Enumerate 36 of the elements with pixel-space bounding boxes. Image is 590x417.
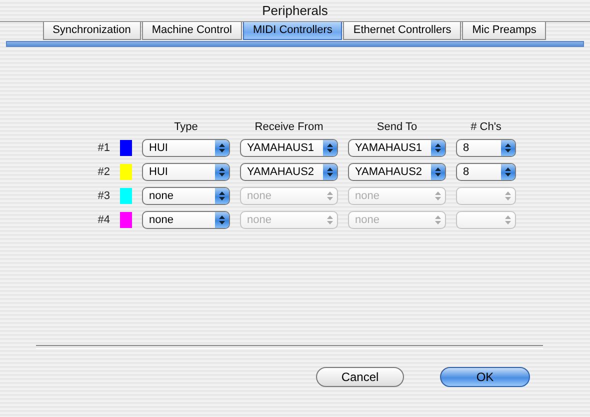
stepper-arrows-icon <box>215 140 229 156</box>
tab[interactable]: Synchronization <box>42 22 141 40</box>
stepper-arrows-icon <box>501 140 515 156</box>
tab[interactable]: Ethernet Controllers <box>343 22 462 40</box>
row-label: #4 <box>96 214 111 226</box>
column-header: # Ch's <box>470 121 502 133</box>
stepper-arrows-icon <box>323 164 337 180</box>
stepper-arrows-icon <box>215 188 229 204</box>
stepper-arrows-icon <box>323 140 337 156</box>
popup-menu[interactable]: none <box>142 187 230 205</box>
row-label: #3 <box>96 190 111 202</box>
stepper-arrows-icon <box>431 140 445 156</box>
stepper-arrows-icon <box>431 164 445 180</box>
stepper-arrows-icon <box>215 212 229 228</box>
popup-menu[interactable]: 8 <box>456 163 516 181</box>
popup-menu[interactable]: YAMAHAUS1 <box>348 139 446 157</box>
cancel-button[interactable]: Cancel <box>316 367 404 387</box>
popup-menu[interactable]: 8 <box>456 139 516 157</box>
row-label: #1 <box>96 142 111 154</box>
row-label: #2 <box>96 166 111 178</box>
tab[interactable]: Mic Preamps <box>462 22 546 40</box>
popup-menu[interactable]: HUI <box>142 163 230 181</box>
column-header: Send To <box>376 121 418 133</box>
stepper-arrows-icon <box>501 164 515 180</box>
popup-menu[interactable]: HUI <box>142 139 230 157</box>
stepper-arrows-icon <box>215 164 229 180</box>
popup-menu[interactable]: YAMAHAUS1 <box>240 139 338 157</box>
ok-button[interactable]: OK <box>440 367 530 387</box>
column-header: Type <box>173 121 199 133</box>
tab[interactable]: Machine Control <box>142 22 242 40</box>
window-title: Peripherals <box>262 3 328 20</box>
popup-menu[interactable]: YAMAHAUS2 <box>240 163 338 181</box>
popup-menu[interactable]: YAMAHAUS2 <box>348 163 446 181</box>
column-header: Receive From <box>254 121 324 133</box>
tab[interactable]: MIDI Controllers <box>242 22 342 40</box>
popup-menu[interactable]: none <box>142 211 230 229</box>
